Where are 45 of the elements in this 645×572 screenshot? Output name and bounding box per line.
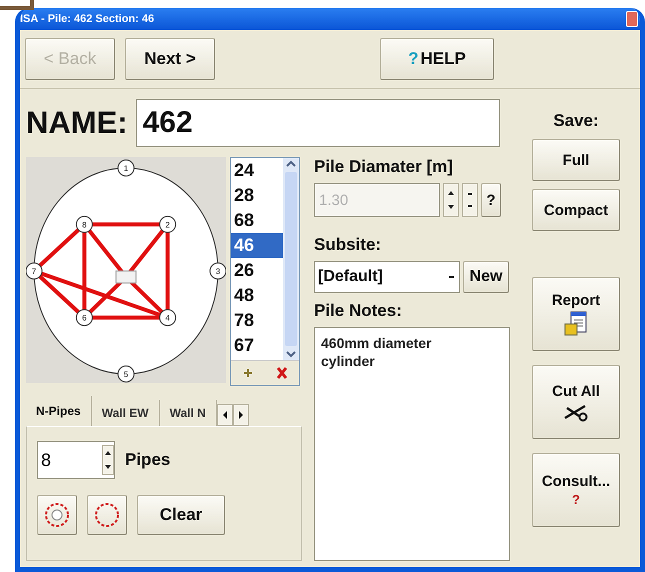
- pipes-label: Pipes: [125, 450, 170, 470]
- diameter-label: Pile Diamater [m]: [314, 157, 454, 177]
- section-item[interactable]: 67: [231, 333, 283, 358]
- subsite-dropdown[interactable]: [Default]: [314, 261, 460, 293]
- consult-button[interactable]: Consult... ?: [532, 453, 620, 527]
- tab[interactable]: Wall EW: [92, 400, 160, 426]
- report-icon: [564, 310, 588, 336]
- plus-icon: [243, 368, 253, 378]
- cut-button[interactable]: Cut All: [532, 365, 620, 439]
- clear-button[interactable]: Clear: [137, 495, 225, 535]
- notes-field[interactable]: 460mm diameter cylinder: [314, 327, 510, 561]
- ring-button[interactable]: [87, 495, 127, 535]
- tab-right-icon[interactable]: [232, 404, 249, 426]
- question-mark-icon: ?: [572, 492, 580, 507]
- pipes-field[interactable]: 8: [37, 441, 115, 479]
- window-title: ISA - Pile: 462 Section: 46: [20, 13, 154, 25]
- section-item[interactable]: 68: [231, 208, 283, 233]
- save-button[interactable]: Compact: [532, 189, 620, 231]
- section-item[interactable]: 48: [231, 283, 283, 308]
- scrollbar[interactable]: [283, 158, 299, 360]
- new-button[interactable]: New: [463, 261, 509, 293]
- next-button[interactable]: Next >: [125, 38, 215, 80]
- pile-diagram-drawing: 1 2 3 4 5 6 7 8: [26, 157, 226, 383]
- spinner-icon[interactable]: [443, 183, 459, 217]
- close-icon: [276, 366, 288, 380]
- spinner-icon[interactable]: [462, 183, 478, 217]
- name-field[interactable]: 462: [136, 99, 500, 147]
- section-item[interactable]: 78: [231, 308, 283, 333]
- notes-label: Pile Notes:: [314, 301, 403, 321]
- section-item[interactable]: 24: [231, 158, 283, 183]
- save-label: Save:: [553, 111, 599, 131]
- ring-icon: [93, 501, 121, 529]
- tab-left-icon[interactable]: [216, 404, 233, 426]
- section-item[interactable]: 26: [231, 258, 283, 283]
- name-label: NAME:: [26, 105, 128, 141]
- subsite-label: Subsite:: [314, 235, 382, 255]
- save-button[interactable]: Full: [532, 139, 620, 181]
- spinner-icon[interactable]: [102, 445, 114, 475]
- ring-all-button[interactable]: [37, 495, 77, 535]
- report-button[interactable]: Report: [532, 277, 620, 351]
- section-item[interactable]: 28: [231, 183, 283, 208]
- ring-icon: [43, 501, 71, 529]
- close-button[interactable]: [626, 11, 638, 27]
- help-button[interactable]: ?HELP: [380, 38, 494, 80]
- section-item[interactable]: 46: [231, 233, 283, 258]
